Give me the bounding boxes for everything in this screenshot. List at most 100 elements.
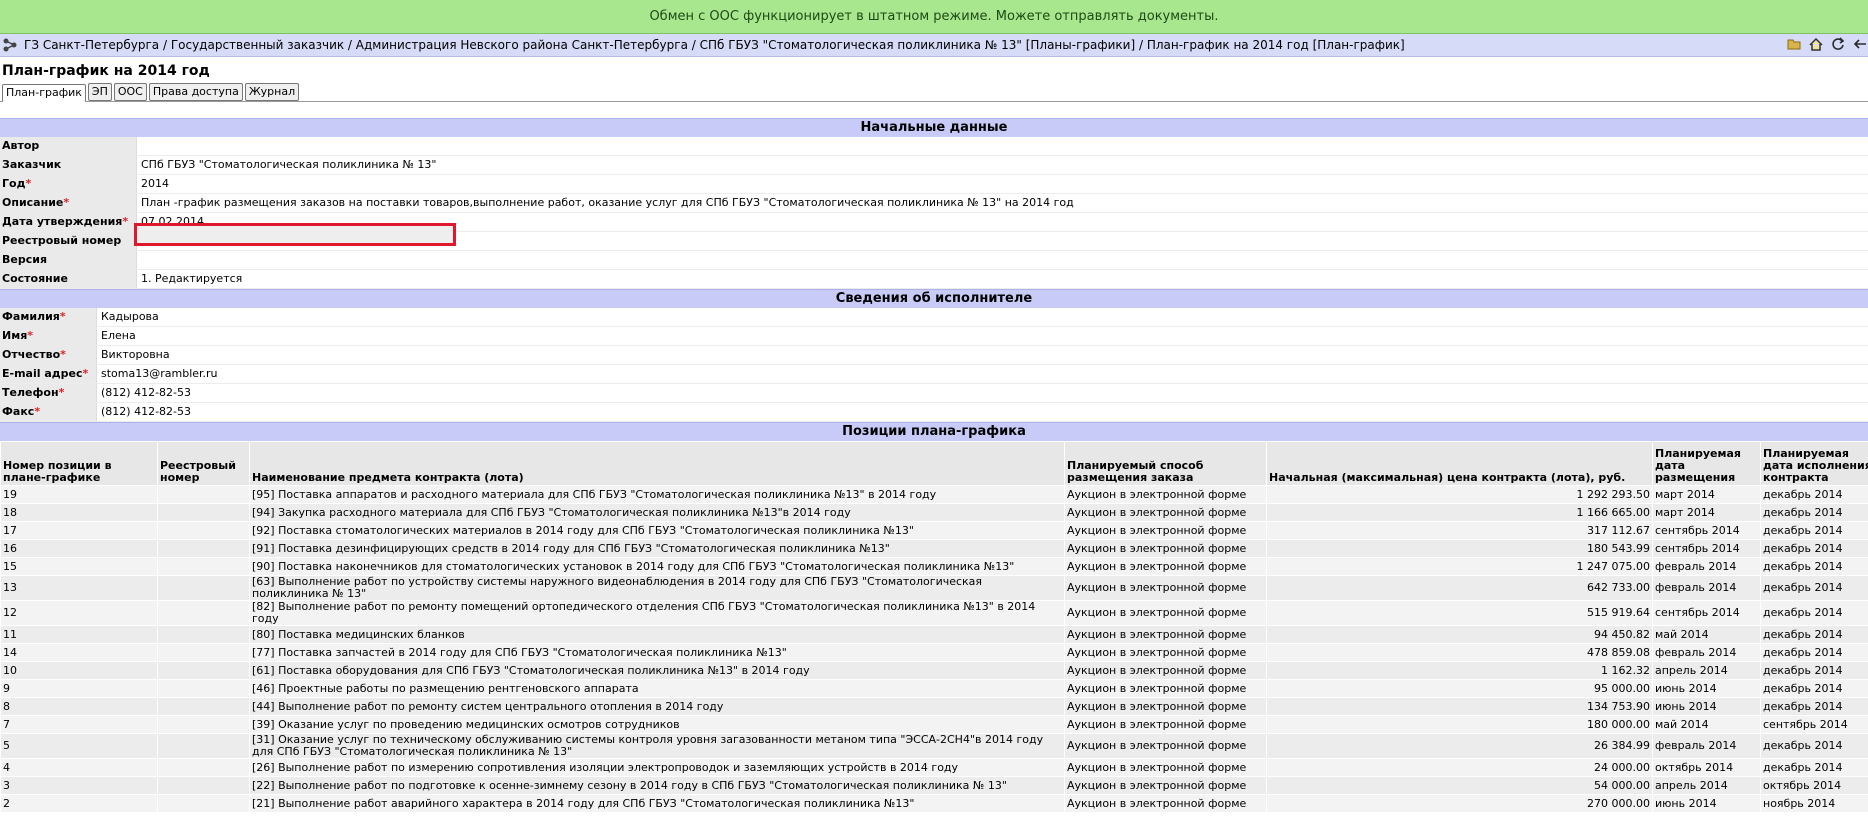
table-cell: 10 [0,661,158,680]
table-cell: Аукцион в электронной форме [1064,485,1267,504]
table-cell: апрель 2014 [1652,776,1761,795]
back-arrow-icon[interactable] [1852,36,1868,52]
table-cell [157,485,250,504]
field-label: Отчество* [0,346,97,364]
app-tree-icon[interactable] [2,37,18,53]
table-row[interactable]: 5 [31] Оказание услуг по техническому обс… [0,733,1868,759]
table-cell: 180 543.99 [1266,539,1653,558]
folder-icon[interactable] [1786,36,1802,52]
table-row[interactable]: 2 [21] Выполнение работ аварийного характ… [0,794,1868,813]
table-cell: 4 [0,758,158,777]
tab-plan-grafik[interactable]: План-график [2,84,86,102]
table-row[interactable]: 7 [39] Оказание услуг по проведению медиц… [0,715,1868,734]
table-cell [157,679,250,698]
table-cell: сентябрь 2014 [1760,715,1868,734]
table-cell: 3 [0,776,158,795]
col-header[interactable]: Номер позиции в плане-графике [0,441,158,486]
field-description: Описание* План -график размещения заказов… [0,194,1868,213]
field-value: 2014 [141,177,169,190]
table-cell: февраль 2014 [1652,733,1761,759]
field-label: Заказчик [0,156,137,174]
refresh-icon[interactable] [1830,36,1846,52]
field-surname: Фамилия* Кадырова [0,308,1868,327]
table-row[interactable]: 11 [80] Поставка медицинских бланков Аукци… [0,625,1868,644]
table-row[interactable]: 13 [63] Выполнение работ по устройству си… [0,575,1868,601]
table-cell: май 2014 [1652,715,1761,734]
table-cell [157,643,250,662]
table-cell: [77] Поставка запчастей в 2014 году для … [249,643,1065,662]
table-cell [157,715,250,734]
table-row[interactable]: 4 [26] Выполнение работ по измерению сопр… [0,758,1868,777]
table-cell: декабрь 2014 [1760,503,1868,522]
table-cell: 13 [0,575,158,601]
table-cell: декабрь 2014 [1760,485,1868,504]
field-author: Автор [0,137,1868,156]
table-cell: Аукцион в электронной форме [1064,575,1267,601]
table-row[interactable]: 19 [95] Поставка аппаратов и расходного м… [0,485,1868,504]
col-header[interactable]: Наименование предмета контракта (лота) [249,441,1065,486]
table-cell: апрель 2014 [1652,661,1761,680]
field-phone: Телефон* (812) 412-82-53 [0,384,1868,403]
breadcrumb[interactable]: ГЗ Санкт-Петербурга / Государственный за… [24,38,1405,52]
field-label: Факс* [0,403,97,421]
table-cell: октябрь 2014 [1652,758,1761,777]
table-row[interactable]: 18 [94] Закупка расходного материала для … [0,503,1868,522]
table-cell: сентябрь 2014 [1652,539,1761,558]
table-cell [157,733,250,759]
field-label: Фамилия* [0,308,97,326]
table-cell: февраль 2014 [1652,575,1761,601]
col-header[interactable]: Начальная (максимальная) цена контракта … [1266,441,1653,486]
table-cell: 1 292 293.50 [1266,485,1653,504]
col-header[interactable]: Реестровый номер [157,441,250,486]
tab-journal[interactable]: Журнал [244,83,300,101]
field-value: (812) 412-82-53 [101,405,192,418]
registry-number-highlight[interactable] [134,223,456,246]
table-cell: 9 [0,679,158,698]
table-cell: 8 [0,697,158,716]
table-cell: Аукцион в электронной форме [1064,557,1267,576]
table-row[interactable]: 9 [46] Проектные работы по размещению рен… [0,679,1868,698]
table-cell: [39] Оказание услуг по проведению медици… [249,715,1065,734]
col-header[interactable]: Планируемая дата размещения [1652,441,1761,486]
table-row[interactable]: 17 [92] Поставка стоматологических матери… [0,521,1868,540]
tab-access-rights[interactable]: Права доступа [148,83,243,101]
field-value: (812) 412-82-53 [101,386,192,399]
table-row[interactable]: 8 [44] Выполнение работ по ремонту систем… [0,697,1868,716]
executor-fields: Фамилия* Кадырова Имя* Елена Отчество* Викт… [0,308,1868,422]
table-cell: 5 [0,733,158,759]
table-cell: [91] Поставка дезинфицирующих средств в … [249,539,1065,558]
table-cell: декабрь 2014 [1760,661,1868,680]
table-cell: Аукцион в электронной форме [1064,679,1267,698]
field-patronymic: Отчество* Викторовна [0,346,1868,365]
table-row[interactable]: 15 [90] Поставка наконечников для стомато… [0,557,1868,576]
table-cell: февраль 2014 [1652,643,1761,662]
home-icon[interactable] [1808,36,1824,52]
table-cell: 24 000.00 [1266,758,1653,777]
tab-oos[interactable]: ООС [113,83,147,101]
table-cell [157,521,250,540]
table-cell: 478 859.08 [1266,643,1653,662]
tab-ep[interactable]: ЭП [87,83,112,101]
table-cell: май 2014 [1652,625,1761,644]
field-label: Телефон* [0,384,97,402]
table-row[interactable]: 14 [77] Поставка запчастей в 2014 году дл… [0,643,1868,662]
table-cell: Аукцион в электронной форме [1064,794,1267,813]
field-version: Версия [0,251,1868,270]
table-cell: 134 753.90 [1266,697,1653,716]
col-header[interactable]: Планируемая дата исполнения контракта [1760,441,1868,486]
table-row[interactable]: 16 [91] Поставка дезинфицирующих средств … [0,539,1868,558]
table-cell: 270 000.00 [1266,794,1653,813]
col-header[interactable]: Планируемый способ размещения заказа [1064,441,1267,486]
field-year: Год* 2014 [0,175,1868,194]
table-cell: 12 [0,600,158,626]
table-row[interactable]: 3 [22] Выполнение работ по подготовке к о… [0,776,1868,795]
table-cell: 18 [0,503,158,522]
table-row[interactable]: 10 [61] Поставка оборудования для СПб ГБУ… [0,661,1868,680]
table-cell [157,539,250,558]
table-cell: Аукцион в электронной форме [1064,697,1267,716]
table-cell: 94 450.82 [1266,625,1653,644]
table-cell: 19 [0,485,158,504]
table-row[interactable]: 12 [82] Выполнение работ по ремонту помещ… [0,600,1868,626]
table-cell: ноябрь 2014 [1760,794,1868,813]
table-cell: 26 384.99 [1266,733,1653,759]
